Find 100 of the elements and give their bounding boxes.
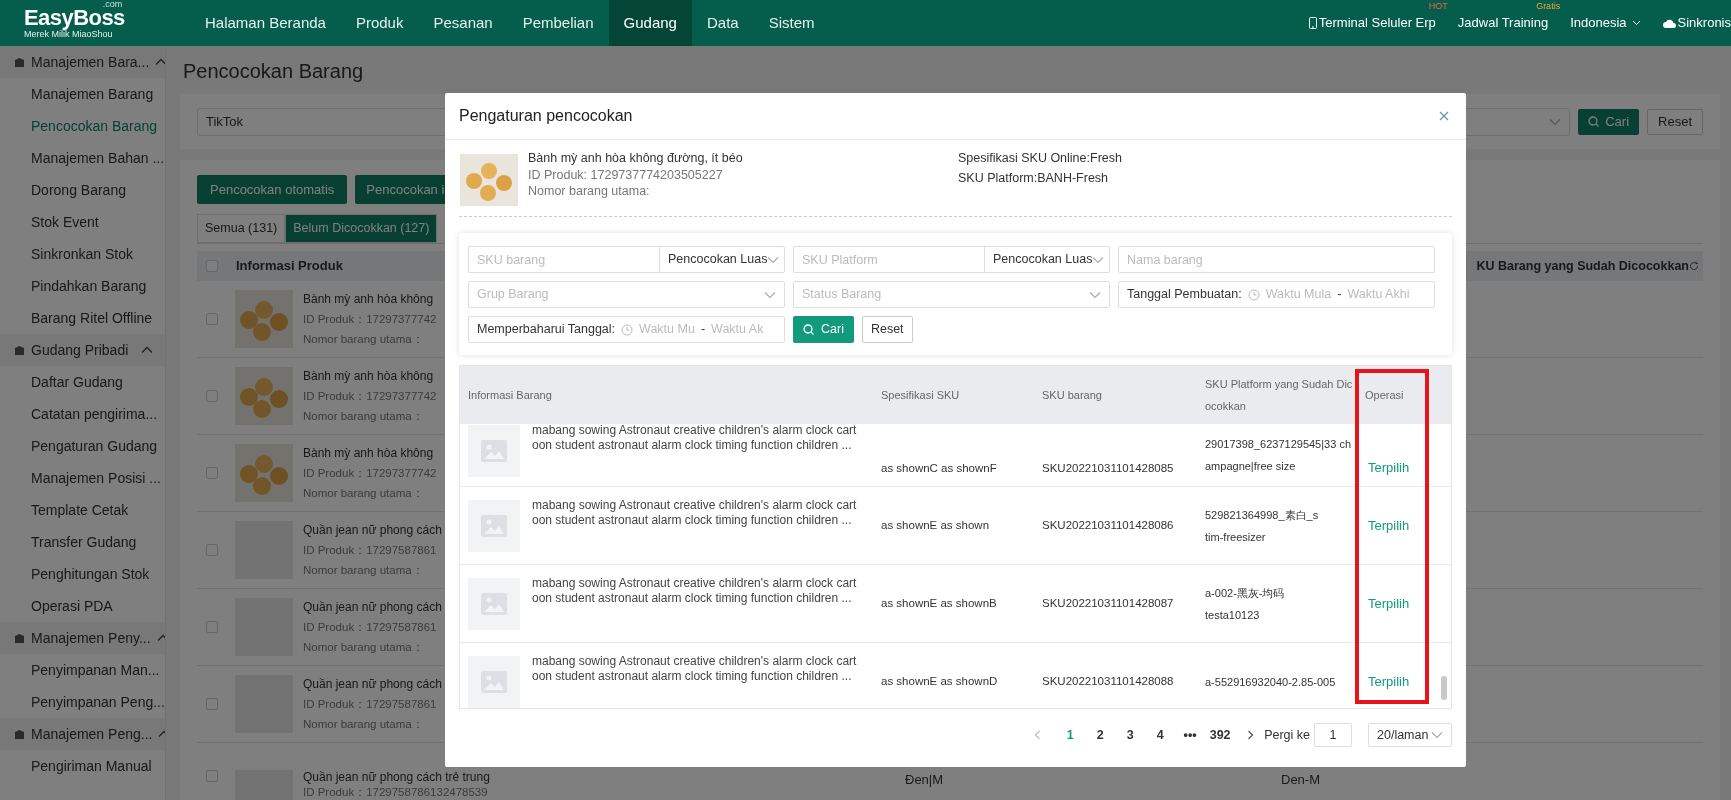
item-sku: SKU20221031101428086 (1042, 518, 1174, 531)
action-button[interactable]: Pencocokan otomatis (197, 175, 348, 204)
online-sku-spec: Spesifikasi SKU Online:Fresh (958, 150, 1122, 167)
sku-field[interactable]: SKU barang (468, 246, 659, 273)
refresh-icon (1689, 261, 1699, 271)
checkbox[interactable] (206, 390, 218, 402)
search-icon (803, 324, 814, 335)
box-icon (14, 728, 25, 740)
select-link[interactable]: Terpilih (1368, 595, 1410, 611)
sidebar-item[interactable]: Manajemen Barang (31, 83, 154, 105)
sidebar-group[interactable]: Manajemen Peng... (0, 718, 165, 750)
main-number-label: Nomor barang utama： (303, 332, 424, 347)
main-number-label: Nomor barang utama： (303, 409, 424, 424)
created-date-range[interactable]: Tanggal Pembuatan: Waktu Mula - Waktu Akhi (1118, 281, 1435, 308)
updated-date-range[interactable]: Memperbaharui Tanggal: Waktu Mu - Waktu Ak (468, 316, 785, 343)
column-header: SKU Platform yang Sudah Dic ocokkan (1205, 377, 1353, 414)
sidebar-item[interactable]: Daftar Gudang (31, 371, 123, 393)
top-link[interactable]: Terminal Seluler Erp (1308, 13, 1436, 33)
sidebar-item[interactable]: Operasi PDA (31, 595, 113, 617)
page-number[interactable]: 2 (1085, 725, 1116, 745)
superscript-label: Gratis (1536, 1, 1561, 12)
logo-suffix: .com (102, 0, 123, 9)
select-link[interactable]: Terpilih (1368, 517, 1410, 533)
chevron-down-icon (1092, 255, 1105, 264)
nav-item[interactable]: Pesanan (418, 0, 508, 46)
sidebar-group[interactable]: Manajemen Peny... (0, 622, 165, 654)
sidebar-item[interactable]: Penyimpanan Man... (31, 659, 160, 681)
sidebar-group[interactable]: Manajemen Bara... (0, 46, 165, 78)
sidebar-item[interactable]: Sinkronkan Stok (31, 243, 133, 265)
checkbox[interactable] (206, 698, 218, 710)
sidebar-item[interactable]: Dorong Barang (31, 179, 126, 201)
item-name-field[interactable]: Nama barang (1118, 246, 1435, 273)
sku-spec: Đen|M (905, 771, 945, 789)
nav-item[interactable]: Gudang (608, 0, 692, 46)
select-link[interactable]: Terpilih (1368, 459, 1410, 475)
tab[interactable]: Semua (131) (197, 214, 286, 243)
platform-sku: a-002-黑灰-均码 testa10123 (1205, 586, 1285, 621)
reset-button[interactable]: Reset (1647, 108, 1703, 135)
checkbox[interactable] (206, 621, 218, 633)
chevron-down-icon (1631, 20, 1641, 26)
checkbox[interactable] (206, 770, 218, 782)
page-number[interactable]: 3 (1115, 725, 1146, 745)
chevron-down-icon (764, 290, 776, 299)
sidebar-item[interactable]: Penghitungan Stok (31, 563, 150, 585)
top-link[interactable]: Jadwal Training (1457, 13, 1549, 33)
top-link[interactable]: Sinkronis (1662, 13, 1731, 33)
sidebar-item[interactable]: Pindahkan Barang (31, 275, 147, 297)
column-header: Informasi Produk (236, 257, 343, 276)
item-name: mabang sowing Astronaut creative children's alarm clock cart oon student astronaut alarm clock timing function children ... (532, 497, 857, 528)
close-icon[interactable] (1439, 111, 1449, 121)
item-name: mabang sowing Astronaut creative children's alarm clock cart oon student astronaut alarm clock timing function children ... (532, 424, 857, 453)
sidebar-item[interactable]: Pencocokan Barang (31, 115, 158, 137)
product-name: Quần jean nữ phong cách (303, 521, 442, 539)
sidebar-item[interactable]: Stok Event (31, 211, 99, 233)
page-size-select[interactable]: 20/laman (1368, 723, 1452, 747)
sidebar-group[interactable]: Gudang Pribadi (0, 334, 165, 366)
next-page-icon[interactable] (1247, 730, 1255, 740)
select-link[interactable]: Terpilih (1368, 673, 1410, 689)
checkbox[interactable] (206, 467, 218, 479)
reset-button[interactable]: Reset (861, 316, 913, 343)
column-header: Spesifikasi SKU (881, 388, 960, 403)
match-mode-select[interactable]: Pencocokan Luas (984, 246, 1110, 273)
bread-photo (460, 154, 518, 206)
nav-item[interactable]: Data (691, 0, 754, 46)
platform-sku: 29017398_6237129545|33 ch ampagne|free size (1205, 438, 1351, 472)
product-id: ID Produk：17297377742 (303, 388, 437, 404)
search-button[interactable]: Cari (1578, 108, 1640, 135)
platform-sku-field[interactable]: SKU Platform (793, 246, 984, 273)
page-number[interactable]: 4 (1145, 725, 1176, 745)
sidebar-item[interactable]: Transfer Gudang (31, 531, 137, 553)
sidebar-item[interactable]: Manajemen Posisi ... (31, 467, 161, 489)
nav-item[interactable]: Halaman Beranda (190, 0, 341, 46)
scrollbar-thumb (1441, 676, 1447, 700)
previous-page-icon[interactable] (1034, 730, 1042, 740)
match-mode-select[interactable]: Pencocokan Luas (659, 246, 785, 273)
nav-item[interactable]: Produk (340, 0, 419, 46)
sidebar-item[interactable]: Catatan pengirima... (31, 403, 158, 425)
sidebar-item[interactable]: Pengiriman Manual (31, 755, 152, 777)
sku-spec: as shownE as shownD (881, 674, 998, 687)
sidebar-item[interactable]: Barang Ritel Offline (31, 307, 153, 329)
sidebar-item[interactable]: Pengaturan Gudang (31, 435, 158, 457)
checkbox[interactable] (206, 544, 218, 556)
sidebar-item[interactable]: Template Cetak (31, 499, 129, 521)
column-header: SKU barang (1042, 388, 1102, 403)
page-number[interactable]: 1 (1055, 725, 1086, 745)
checkbox[interactable] (206, 313, 218, 325)
chevron-up-icon (155, 58, 165, 66)
sidebar-item[interactable]: Manajemen Bahan ... (31, 147, 165, 169)
search-button[interactable]: Cari (793, 316, 854, 343)
column-header: Informasi Barang (468, 388, 552, 403)
top-link[interactable]: Indonesia (1570, 13, 1641, 33)
nav-item[interactable]: Sistem (753, 0, 830, 46)
page-number[interactable]: 392 (1205, 725, 1236, 745)
main-number-label: Nomor barang utama： (303, 563, 424, 578)
page-number[interactable]: ••• (1175, 725, 1206, 745)
page-jump-field[interactable]: 1 (1314, 723, 1352, 747)
nav-item[interactable]: Pembelian (507, 0, 609, 46)
sidebar-item[interactable]: Penyimpanan Peng... (31, 691, 165, 713)
checkbox[interactable] (206, 260, 218, 272)
tab[interactable]: Belum Dicocokkan (127) (285, 214, 438, 243)
